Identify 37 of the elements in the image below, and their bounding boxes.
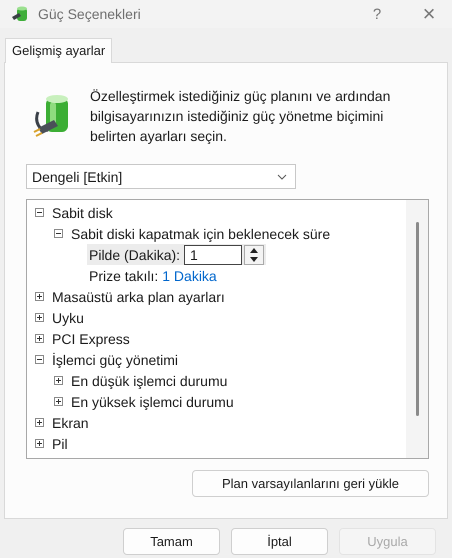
tree-item[interactable]: En düşük işlemci durumu [71,372,228,388]
expand-icon[interactable] [35,292,44,301]
tree-item[interactable]: Masaüstü arka plan ayarları [52,288,225,304]
expand-icon[interactable] [54,397,63,406]
value-link[interactable]: 1 Dakika [162,268,217,284]
tree-item[interactable]: PCI Express [52,330,130,346]
expand-icon[interactable] [54,376,63,385]
spin-buttons[interactable] [244,244,264,264]
setting-label: Pilde (Dakika): [89,246,180,262]
help-button[interactable]: ? [354,0,400,28]
collapse-icon[interactable] [35,355,44,364]
collapse-icon[interactable] [54,229,63,238]
close-button[interactable]: × [406,0,452,28]
expand-icon[interactable] [35,439,44,448]
tree-item[interactable]: Pil [52,436,68,452]
setting-label: Prize takılı: [89,268,158,284]
tab[interactable]: Gelişmiş ayarlar [5,38,112,63]
tree-item[interactable]: Uyku [52,310,84,326]
tree-item[interactable]: Sabit diski kapatmak için beklenecek süre [71,226,330,242]
tree-item[interactable]: Ekran [52,414,89,430]
minutes-field[interactable]: 1 [184,244,242,264]
restore-defaults-button[interactable]: Plan varsayılanlarını geri yükle [192,470,429,497]
expand-icon[interactable] [35,418,44,427]
expand-icon[interactable] [35,334,44,343]
dialog-button[interactable]: Tamam [123,528,220,555]
collapse-icon[interactable] [35,208,44,217]
scrollbar-thumb[interactable] [416,222,418,416]
expand-icon[interactable] [35,313,44,322]
power-plug-icon [10,5,30,23]
tree-item[interactable]: Sabit disk [52,204,113,220]
instruction-text: Özelleştirmek istediğiniz güç planını ve ardından bilgisayarınızın istediğiniz güç yönetme biçimini belirten ayarları seçin. [90,87,392,146]
tree-item[interactable]: İşlemci güç yönetimi [52,352,178,368]
plan-dropdown[interactable]: Dengeli [Etkin] [26,164,296,189]
dialog-button[interactable]: İptal [231,528,328,555]
tree-item[interactable]: En yüksek işlemci durumu [71,394,234,410]
chevron-icon [277,174,287,180]
window-title: Güç Seçenekleri [38,6,142,22]
